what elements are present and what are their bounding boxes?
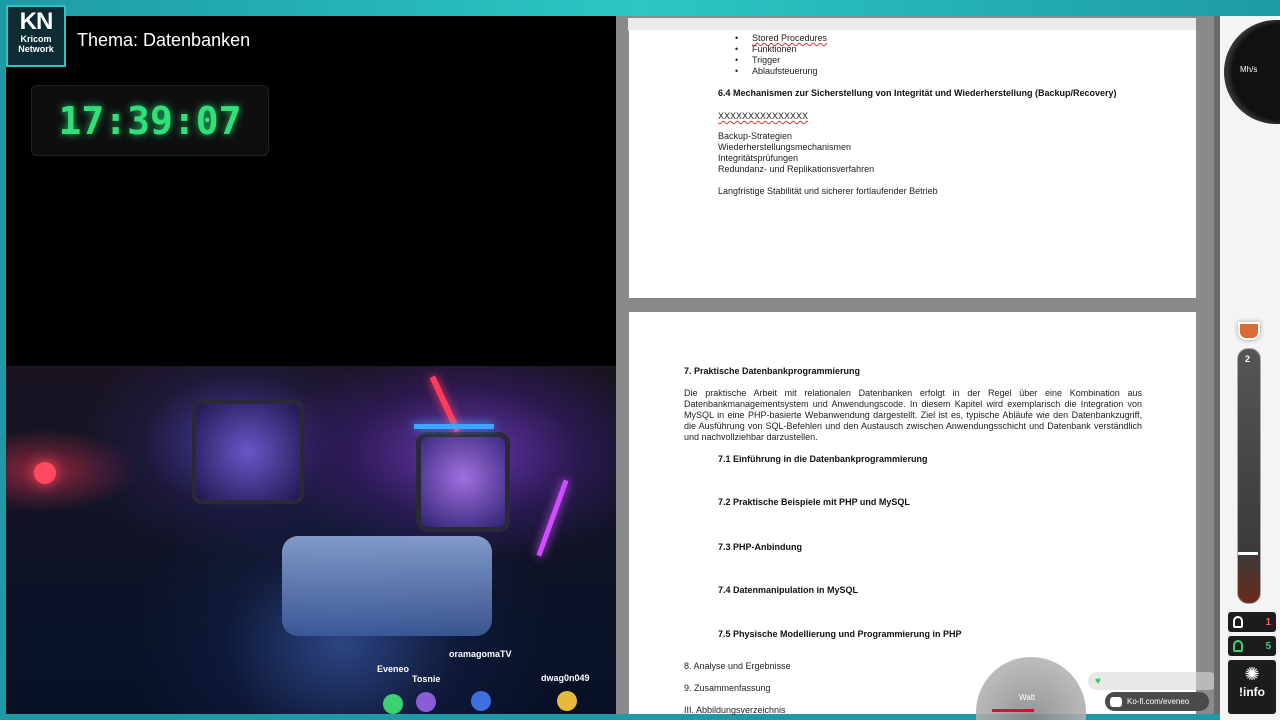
info-label: !info (1239, 685, 1265, 699)
user-icon (1233, 640, 1243, 652)
logo-text: KN (19, 8, 54, 35)
bullet-item: Stored Procedures (735, 33, 827, 43)
viewer-name-dwag0n049: dwag0n049 (541, 673, 590, 683)
section-heading-6-4: 6.4 Mechanismen zur Sicherstellung von I… (718, 88, 1117, 98)
logo-sub-kricom: Kricom (20, 34, 52, 44)
subsection-7-1: 7.1 Einführung in die Datenbankprogrammi… (718, 454, 928, 464)
scene-bed (282, 536, 492, 636)
scene-neon-blue (414, 424, 494, 429)
top-frame-bar (0, 0, 1280, 16)
user-icon (1233, 616, 1243, 628)
subsection-7-2: 7.2 Praktische Beispiele mit PHP und MyS… (718, 497, 910, 507)
viewer-avatar-dwag0n049 (557, 691, 577, 711)
gauge-level-bar (992, 709, 1034, 712)
viewer-name-oramagomatv: oramagomaTV (449, 649, 512, 659)
spaceship-bedroom-scene (6, 366, 616, 714)
kofi-cup-icon (1110, 696, 1122, 707)
gauge-label: Watt (1019, 693, 1036, 702)
bullet-item: Ablaufsteuerung (735, 66, 817, 76)
info-command-button[interactable]: ✺ !info (1228, 660, 1276, 714)
logo-sub-network: Network (18, 44, 54, 54)
placeholder-text: XXXXXXXXXXXXXXX (718, 111, 809, 121)
scene-lamp (34, 462, 56, 484)
gear-icon: ✺ (1244, 664, 1260, 684)
subsection-7-3: 7.3 PHP-Anbindung (718, 542, 802, 552)
coffee-cup-icon (1238, 322, 1260, 340)
chatter-count: 5 (1265, 640, 1271, 652)
progress-tube-value: 2 (1245, 354, 1251, 364)
chapter-8: 8. Analyse und Ergebnisse (684, 661, 791, 671)
kofi-link[interactable]: Ko-fi.com/eveneo (1105, 692, 1209, 711)
document-page-2: 7. Praktische Datenbankprogrammierung Di… (629, 312, 1196, 715)
chapter-9: 9. Zusammenfassung (684, 683, 771, 693)
subsection-7-4: 7.4 Datenmanipulation in MySQL (718, 585, 859, 595)
bottom-frame-bar (0, 714, 1280, 720)
chapter-7-paragraph: Die praktische Arbeit mit relationalen D… (684, 388, 1142, 442)
topic-title: Thema: Datenbanken (77, 30, 251, 50)
viewer-count: 1 (1265, 616, 1271, 628)
viewer-avatar-eveneo (383, 694, 403, 714)
scene-window-left (192, 400, 304, 504)
document-page-1: Stored Procedures Funktionen Trigger Abl… (629, 30, 1196, 298)
doc-line: Wiederherstellungsmechanismen (718, 142, 852, 152)
viewer-name-tosnie: Tosnie (412, 674, 441, 684)
chatter-count-stat: 5 (1228, 636, 1276, 656)
scene-neon-pink (536, 479, 569, 557)
progress-tube (1237, 348, 1261, 604)
bullet-item: Trigger (735, 55, 780, 65)
viewer-count-stat: 1 (1228, 612, 1276, 632)
kofi-label: Ko-fi.com/eveneo (1127, 697, 1190, 706)
doc-closing-line: Langfristige Stabilität und sicherer for… (718, 186, 938, 196)
heart-icon: ♥ (1095, 676, 1101, 687)
progress-tube-marker (1238, 552, 1258, 555)
viewer-avatar-tosnie (416, 692, 436, 712)
hashrate-unit: Mh/s (1240, 65, 1258, 74)
chat-notification (1088, 672, 1218, 690)
bullet-item: Funktionen (735, 44, 796, 54)
subsection-7-5: 7.5 Physische Modellierung und Programmi… (718, 629, 962, 639)
viewer-name-eveneo: Eveneo (377, 664, 410, 674)
scene-window-right (416, 432, 510, 532)
kn-logo: KN Kricom Network (6, 5, 66, 67)
viewer-avatar-oramagomatv (471, 691, 491, 711)
doc-line: Integritätsprüfungen (718, 153, 799, 163)
chapter-iii: III. Abbildungsverzeichnis (684, 705, 786, 715)
chapter-heading-7: 7. Praktische Datenbankprogrammierung (684, 366, 861, 376)
doc-line: Redundanz- und Replikationsverfahren (718, 164, 875, 174)
doc-line: Backup-Strategien (718, 131, 793, 141)
digital-clock: 17:39:07 (31, 85, 269, 156)
